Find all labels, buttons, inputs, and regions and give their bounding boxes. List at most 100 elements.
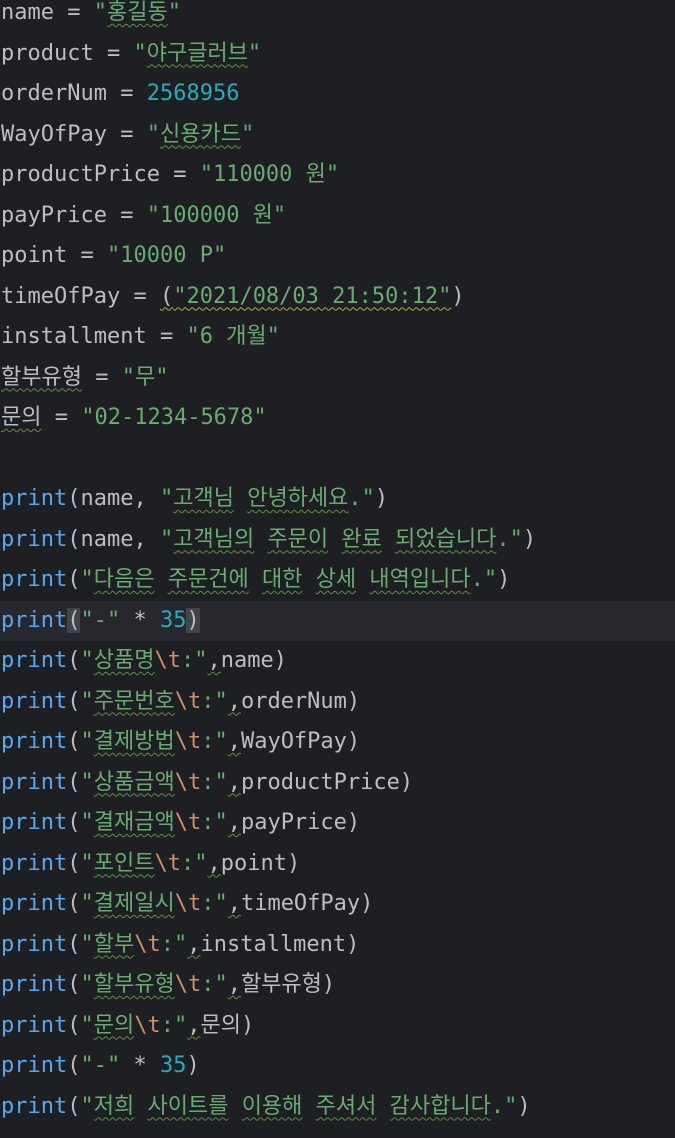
code-line[interactable]: name = "홍길동" xyxy=(0,0,675,33)
token-function-name: print xyxy=(1,1012,68,1038)
token-operator: = xyxy=(159,162,200,187)
token-escape-sequence: \t xyxy=(174,688,202,714)
token-function-name: print xyxy=(1,891,68,916)
token-string: 문의 xyxy=(93,1012,135,1038)
token-parenthesis: ) xyxy=(346,688,361,714)
token-string: 감사합니다 xyxy=(389,1093,491,1119)
token-string: " xyxy=(80,729,94,754)
code-line[interactable]: print("결제일시\t:",timeOfPay) xyxy=(0,884,675,924)
token-string: " xyxy=(167,0,181,25)
code-line[interactable] xyxy=(0,439,675,479)
token-parenthesis: ( xyxy=(67,688,81,714)
token-operator: , xyxy=(227,810,241,835)
token-string: 고객님의 xyxy=(173,526,255,552)
token-string: " xyxy=(80,931,94,957)
code-line[interactable]: point = "10000 P" xyxy=(0,236,675,276)
token-string: " xyxy=(159,486,174,511)
token-operator: , xyxy=(207,648,221,673)
code-line[interactable]: 할부유형 = "무" xyxy=(0,358,675,398)
code-line[interactable]: print("저희 사이트를 이용해 주셔서 감사합니다.") xyxy=(0,1087,675,1127)
token-string: 이용해 xyxy=(241,1093,303,1119)
token-parenthesis: ) xyxy=(286,850,301,876)
token-identifier: payPrice xyxy=(240,810,347,835)
token-string: 되었습니다 xyxy=(395,526,497,552)
token-string xyxy=(302,1094,315,1119)
token-string: :" xyxy=(180,850,208,876)
token-function-name: print xyxy=(1,729,68,754)
code-line[interactable]: orderNum = 2568956 xyxy=(0,74,675,114)
code-line[interactable]: productPrice = "110000 원" xyxy=(0,155,675,195)
token-parenthesis: ) xyxy=(374,486,389,511)
token-parenthesis: ) xyxy=(346,810,361,835)
token-string: " xyxy=(80,769,94,795)
token-parenthesis: ( xyxy=(67,607,81,633)
code-line[interactable]: print("-" * 35) xyxy=(0,1046,675,1086)
token-parenthesis: ) xyxy=(451,283,465,309)
token-function-name: print xyxy=(1,850,68,876)
token-escape-sequence: \t xyxy=(174,891,202,916)
code-editor[interactable]: name = "홍길동" product = "야구글러브" orderNum = … xyxy=(0,0,675,1138)
token-identifier: 문의 xyxy=(1,405,42,430)
code-line[interactable]: installment = "6 개월" xyxy=(0,317,675,357)
token-operator: * xyxy=(120,607,160,633)
code-line[interactable]: print("포인트\t:",point) xyxy=(0,844,675,884)
code-line[interactable]: product = "야구글러브" xyxy=(0,34,675,74)
code-line[interactable]: 문의 = "02-1234-5678" xyxy=(0,398,675,438)
token-string xyxy=(376,1094,389,1119)
code-line[interactable]: print("할부\t:",installment) xyxy=(0,925,675,965)
token-string: 상품금액 xyxy=(93,769,175,795)
code-line[interactable]: print("다음은 주문건에 대한 상세 내역입니다.") xyxy=(0,560,675,600)
token-operator: , xyxy=(187,1012,201,1038)
token-operator: , xyxy=(227,688,241,714)
token-string: :" xyxy=(201,972,228,997)
code-line[interactable]: WayOfPay = "신용카드" xyxy=(0,115,675,155)
token-string: " xyxy=(80,810,94,835)
token-parenthesis: ( xyxy=(67,729,81,754)
token-identifier: installment xyxy=(200,931,347,957)
token-function-name: print xyxy=(1,769,68,795)
token-parenthesis: ( xyxy=(67,567,81,592)
code-line[interactable]: timeOfPay = ("2021/08/03 21:50:12") xyxy=(0,277,675,317)
token-parenthesis: ) xyxy=(497,567,511,592)
code-line[interactable]: print("결제방법\t:",WayOfPay) xyxy=(0,722,675,762)
token-parenthesis: ) xyxy=(273,648,287,673)
token-function-name: print xyxy=(1,567,68,592)
token-identifier: installment xyxy=(1,324,147,349)
token-parenthesis: ) xyxy=(186,1053,200,1078)
token-operator: * xyxy=(120,1053,160,1078)
token-string: "2021/08/03 21:50:12" xyxy=(173,283,452,309)
token-parenthesis: ( xyxy=(67,648,81,673)
token-escape-sequence: \t xyxy=(134,931,161,957)
token-operator: = xyxy=(106,121,147,147)
token-string: "6 개월" xyxy=(186,324,280,349)
token-escape-sequence: \t xyxy=(134,1012,161,1038)
token-string: :" xyxy=(180,648,208,673)
code-line[interactable]: print("-" * 35) xyxy=(0,600,675,641)
code-line[interactable]: print(name, "고객님 안녕하세요.") xyxy=(0,479,675,519)
token-string: 대한 xyxy=(261,567,303,592)
token-string: 안녕하세요 xyxy=(247,486,349,511)
token-identifier: name xyxy=(1,0,54,25)
token-parenthesis: ( xyxy=(159,283,174,309)
token-string: "110000 원" xyxy=(199,162,340,187)
code-line[interactable]: print(name, "고객님의 주문이 완료 되었습니다.") xyxy=(0,520,675,560)
code-line[interactable]: print("할부유형\t:",할부유형) xyxy=(0,965,675,1005)
token-parenthesis: ( xyxy=(67,1093,81,1119)
token-string: :" xyxy=(201,810,228,835)
token-string: :" xyxy=(201,891,228,916)
token-parenthesis: ( xyxy=(67,1012,81,1038)
token-escape-sequence: \t xyxy=(174,729,202,754)
token-operator: = xyxy=(67,243,107,268)
code-line[interactable]: print("문의\t:",문의) xyxy=(0,1006,675,1046)
code-line[interactable]: print("주문번호\t:",orderNum) xyxy=(0,682,675,722)
token-parenthesis: ) xyxy=(346,729,361,754)
code-line[interactable]: print("상품명\t:",name) xyxy=(0,641,675,681)
token-string: " xyxy=(80,972,94,997)
token-operator: , xyxy=(227,891,241,916)
token-operator: , xyxy=(227,769,241,795)
token-operator: = xyxy=(53,0,94,25)
code-line[interactable]: print("상품금액\t:",productPrice) xyxy=(0,763,675,803)
code-line[interactable]: payPrice = "100000 원" xyxy=(0,196,675,236)
code-line[interactable]: print("결재금액\t:",payPrice) xyxy=(0,803,675,843)
token-string: 야구글러브 xyxy=(146,40,248,66)
